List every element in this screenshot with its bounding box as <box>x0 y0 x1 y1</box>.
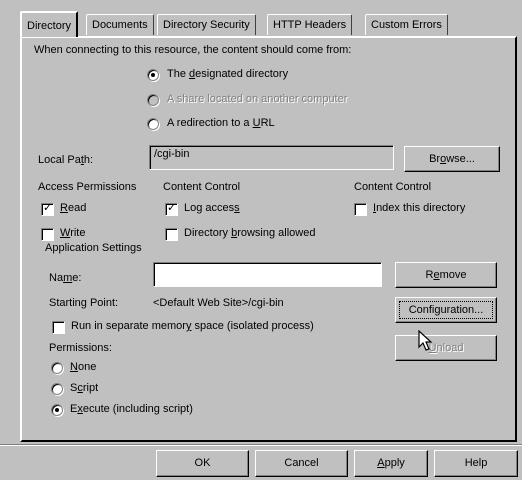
run-separate-memory-checkbox[interactable] <box>52 321 65 334</box>
starting-point-value: <Default Web Site>/cgi-bin <box>153 297 284 309</box>
ok-button[interactable]: OK <box>156 450 249 477</box>
local-path-field: /cgi-bin <box>149 145 394 170</box>
permission-execute-label[interactable]: Execute (including script) <box>70 403 193 415</box>
permission-script-radio[interactable] <box>51 383 63 395</box>
cancel-button[interactable]: Cancel <box>255 450 348 477</box>
directory-browsing-checkbox[interactable] <box>165 228 178 241</box>
application-settings-legend: Application Settings <box>43 242 144 254</box>
permission-script-label[interactable]: Script <box>70 382 98 394</box>
help-button[interactable]: Help <box>434 450 518 477</box>
read-checkbox[interactable]: ✓ <box>41 202 54 216</box>
write-checkbox[interactable] <box>41 228 54 241</box>
directory-browsing-label[interactable]: Directory browsing allowed <box>184 227 315 239</box>
designated-directory-label[interactable]: The designated directory <box>167 68 288 80</box>
radio-designated-directory[interactable] <box>147 69 159 81</box>
index-directory-label[interactable]: Index this directory <box>373 202 465 214</box>
share-other-computer-label: A share located on another computer <box>167 93 348 105</box>
index-directory-checkbox[interactable] <box>354 203 367 216</box>
redirect-url-label[interactable]: A redirection to a URL <box>167 117 275 129</box>
local-path-label: Local Path: <box>38 154 94 166</box>
write-label[interactable]: Write <box>60 227 85 239</box>
radio-share-other-computer <box>147 94 159 106</box>
permission-none-label[interactable]: None <box>70 361 96 373</box>
log-access-label[interactable]: Log access <box>184 202 240 214</box>
tab-custom-errors[interactable]: Custom Errors <box>365 14 448 35</box>
configuration-button[interactable]: Configuration... <box>395 297 497 323</box>
run-separate-memory-label[interactable]: Run in separate memory space (isolated p… <box>71 320 314 332</box>
starting-point-label: Starting Point: <box>49 297 119 309</box>
content-control-heading-2: Content Control <box>354 181 432 193</box>
content-control-heading-1: Content Control <box>163 181 241 193</box>
radio-redirect-url[interactable] <box>147 118 159 130</box>
browse-button[interactable]: Browse... <box>404 146 500 172</box>
app-name-input[interactable] <box>153 262 382 287</box>
permission-none-radio[interactable] <box>51 362 63 374</box>
access-permissions-heading: Access Permissions <box>38 181 137 193</box>
intro-text: When connecting to this resource, the co… <box>34 44 352 56</box>
remove-button[interactable]: Remove <box>395 262 497 288</box>
read-label[interactable]: Read <box>60 202 86 214</box>
unload-button: Unload <box>395 335 497 361</box>
tab-directory-security[interactable]: Directory Security <box>157 14 256 35</box>
permissions-label: Permissions: <box>49 342 112 354</box>
log-access-checkbox[interactable]: ✓ <box>165 202 178 216</box>
tab-documents[interactable]: Documents <box>86 14 154 35</box>
mouse-pointer-icon <box>418 330 433 351</box>
tab-directory[interactable]: Directory <box>20 11 79 37</box>
bottom-divider <box>0 444 522 446</box>
apply-button[interactable]: Apply <box>354 450 428 477</box>
permission-execute-radio[interactable] <box>51 404 63 416</box>
tab-http-headers[interactable]: HTTP Headers <box>267 14 353 35</box>
app-name-label: Name: <box>49 272 82 284</box>
